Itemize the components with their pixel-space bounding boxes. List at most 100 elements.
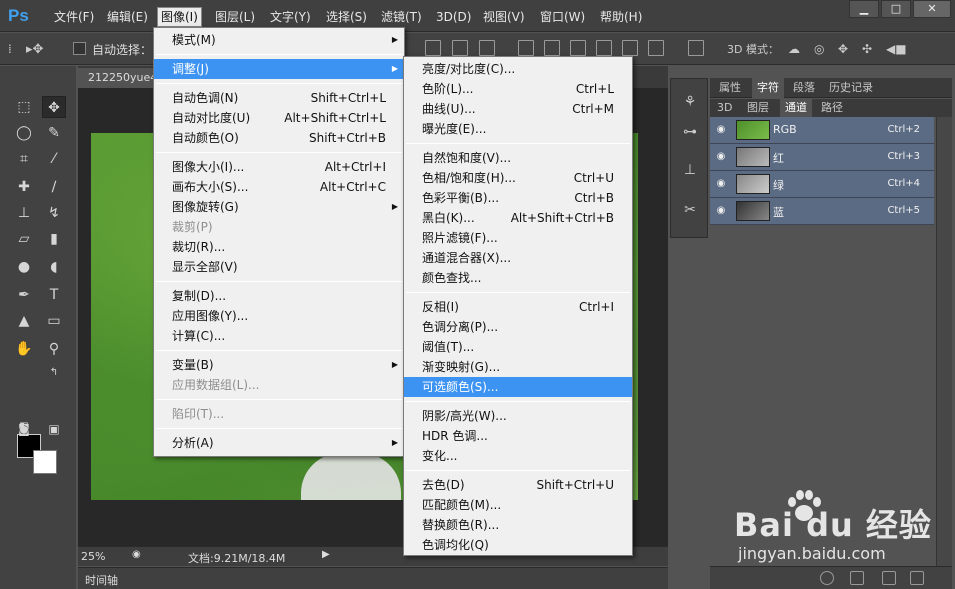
swap-colors-icon[interactable]: ↰ (42, 362, 66, 384)
adjust-menu-item-7[interactable]: 色彩平衡(B)... Ctrl+B (404, 188, 632, 208)
panel-tab-1[interactable]: 字符 (752, 78, 784, 98)
image-menu-item-17[interactable]: 计算(C)... (154, 326, 404, 346)
menu-i[interactable]: 图像(I) (157, 7, 202, 27)
maximize-button[interactable]: □ (881, 0, 911, 18)
pen-tool-icon[interactable]: ✒ (12, 284, 36, 306)
timeline-bar[interactable]: 时间轴 (78, 567, 668, 589)
move-tool-icon[interactable]: ▸✥ (26, 42, 43, 57)
adjust-menu-item-21[interactable]: 变化... (404, 446, 632, 466)
screen-mode-icon[interactable]: ▣ (42, 418, 66, 440)
adjust-menu-item-9[interactable]: 照片滤镜(F)... (404, 228, 632, 248)
adjust-menu-item-1[interactable]: 色阶(L)... Ctrl+L (404, 79, 632, 99)
image-menu-item-19[interactable]: 变量(B) ▶ (154, 355, 404, 375)
adjust-menu-item-8[interactable]: 黑白(K)... Alt+Shift+Ctrl+B (404, 208, 632, 228)
image-menu-item-8[interactable]: 图像大小(I)... Alt+Ctrl+I (154, 157, 404, 177)
status-menu-icon[interactable]: ◉ (132, 549, 141, 560)
adjust-menu-item-14[interactable]: 色调分离(P)... (404, 317, 632, 337)
crop-tool-icon[interactable]: ⌗ (12, 148, 36, 170)
adjust-menu-item-24[interactable]: 匹配颜色(M)... (404, 495, 632, 515)
roll-3d-icon[interactable]: ◎ (814, 42, 824, 56)
eye-icon[interactable]: ◉ (714, 123, 728, 137)
blur-tool-icon[interactable]: ● (12, 256, 36, 278)
channel-row[interactable]: ◉ 绿 Ctrl+4 (710, 171, 934, 198)
background-color-swatch[interactable] (33, 450, 57, 474)
close-button[interactable]: ✕ (913, 0, 951, 18)
adjust-menu-item-25[interactable]: 替换颜色(R)... (404, 515, 632, 535)
menu-v[interactable]: 视图(V) (480, 8, 528, 26)
adjust-menu-item-0[interactable]: 亮度/对比度(C)... (404, 59, 632, 79)
image-menu-item-6[interactable]: 自动颜色(O) Shift+Ctrl+B (154, 128, 404, 148)
distribute-top-icon[interactable] (518, 40, 534, 56)
menu-3d-d[interactable]: 3D(D) (433, 8, 474, 26)
adjustments-icon[interactable]: ⊶ (679, 121, 701, 143)
eye-icon[interactable]: ◉ (714, 204, 728, 218)
clone-stamp-tool-icon[interactable]: ⊥ (12, 202, 36, 224)
adjust-menu-item-13[interactable]: 反相(I) Ctrl+I (404, 297, 632, 317)
distribute-left-icon[interactable] (596, 40, 612, 56)
panel-tab-3[interactable]: 历史记录 (824, 78, 878, 98)
image-menu-item-12[interactable]: 裁切(R)... (154, 237, 404, 257)
auto-align-icon[interactable] (688, 40, 704, 56)
slide-3d-icon[interactable]: ✣ (862, 42, 872, 56)
document-tab[interactable]: 212250yue4 (78, 68, 154, 88)
scale-3d-icon[interactable]: ◀■ (886, 42, 907, 56)
brush-presets-icon[interactable]: ⚘ (679, 91, 701, 113)
menu-w[interactable]: 窗口(W) (537, 8, 588, 26)
image-menu-item-5[interactable]: 自动对比度(U) Alt+Shift+Ctrl+L (154, 108, 404, 128)
align-vcenter-icon[interactable] (452, 40, 468, 56)
image-menu-item-9[interactable]: 画布大小(S)... Alt+Ctrl+C (154, 177, 404, 197)
image-menu-item-4[interactable]: 自动色调(N) Shift+Ctrl+L (154, 88, 404, 108)
distribute-bottom-icon[interactable] (570, 40, 586, 56)
image-menu-item-0[interactable]: 模式(M) ▶ (154, 30, 404, 50)
lasso-tool-icon[interactable]: ◯ (12, 122, 36, 144)
panel-subtab-0[interactable]: 3D (712, 99, 737, 117)
adjust-menu-item-17[interactable]: 可选颜色(S)... (404, 377, 632, 397)
adjust-menu-item-2[interactable]: 曲线(U)... Ctrl+M (404, 99, 632, 119)
menu-t[interactable]: 滤镜(T) (378, 8, 425, 26)
menu-h[interactable]: 帮助(H) (597, 8, 645, 26)
menu-s[interactable]: 选择(S) (323, 8, 370, 26)
drag-3d-icon[interactable]: ✥ (838, 42, 848, 56)
zoom-level[interactable]: 25% (81, 550, 105, 563)
rectangle-tool-icon[interactable]: ▭ (42, 310, 66, 332)
healing-brush-tool-icon[interactable]: ✚ (12, 176, 36, 198)
clone-source-icon[interactable]: ⊥ (679, 159, 701, 181)
image-menu-item-10[interactable]: 图像旋转(G) ▶ (154, 197, 404, 217)
history-brush-tool-icon[interactable]: ↯ (42, 202, 66, 224)
distribute-vcenter-icon[interactable] (544, 40, 560, 56)
gradient-tool-icon[interactable]: ▮ (42, 228, 66, 250)
menu-y[interactable]: 文字(Y) (267, 8, 314, 26)
image-menu-item-2[interactable]: 调整(J) ▶ (154, 59, 404, 79)
status-arrow-icon[interactable]: ▶ (322, 549, 330, 560)
menu-e[interactable]: 编辑(E) (104, 8, 151, 26)
panel-subtab-2[interactable]: 通道 (780, 99, 812, 117)
quick-mask-icon[interactable]: ◙ (12, 418, 36, 440)
panel-subtab-1[interactable]: 图层 (742, 99, 774, 117)
menu-l[interactable]: 图层(L) (212, 8, 258, 26)
adjust-menu-item-5[interactable]: 自然饱和度(V)... (404, 148, 632, 168)
panel-subtab-3[interactable]: 路径 (816, 99, 848, 117)
distribute-right-icon[interactable] (648, 40, 664, 56)
brush-tool-icon[interactable]: ∕ (42, 176, 66, 198)
tools-icon[interactable]: ✂ (679, 199, 701, 221)
channel-row[interactable]: ◉ 蓝 Ctrl+5 (710, 198, 934, 225)
marquee-tool-icon[interactable]: ⬚ (12, 96, 36, 118)
eye-icon[interactable]: ◉ (714, 177, 728, 191)
image-menu-item-13[interactable]: 显示全部(V) (154, 257, 404, 277)
adjust-menu-item-16[interactable]: 渐变映射(G)... (404, 357, 632, 377)
panel-tab-2[interactable]: 段落 (788, 78, 820, 98)
image-menu-item-16[interactable]: 应用图像(Y)... (154, 306, 404, 326)
distribute-hcenter-icon[interactable] (622, 40, 638, 56)
adjust-menu-item-23[interactable]: 去色(D) Shift+Ctrl+U (404, 475, 632, 495)
adjust-menu-item-19[interactable]: 阴影/高光(W)... (404, 406, 632, 426)
type-tool-icon[interactable]: T (42, 284, 66, 306)
adjust-menu-item-3[interactable]: 曝光度(E)... (404, 119, 632, 139)
channel-row[interactable]: ◉ 红 Ctrl+3 (710, 144, 934, 171)
adjust-menu-item-11[interactable]: 颜色查找... (404, 268, 632, 288)
channel-row[interactable]: ◉ RGB Ctrl+2 (710, 117, 934, 144)
align-bottom-icon[interactable] (479, 40, 495, 56)
zoom-tool-icon[interactable]: ⚲ (42, 338, 66, 360)
dodge-tool-icon[interactable]: ◖ (42, 256, 66, 278)
align-top-icon[interactable] (425, 40, 441, 56)
adjust-menu-item-6[interactable]: 色相/饱和度(H)... Ctrl+U (404, 168, 632, 188)
